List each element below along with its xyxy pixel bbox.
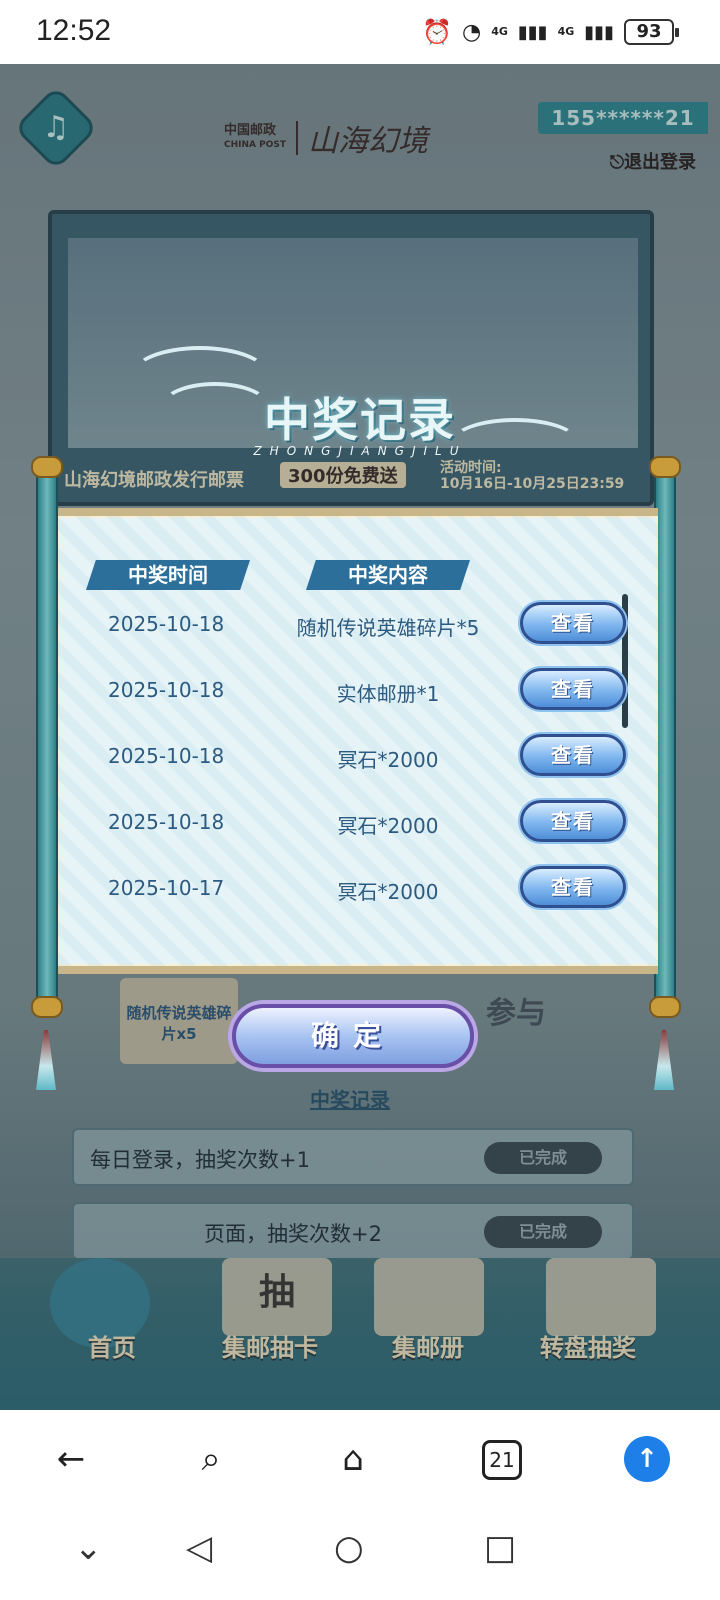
rod-cap [31, 456, 63, 478]
modal-title: 中奖记录 [264, 393, 456, 447]
view-button[interactable]: 查看 [520, 866, 626, 908]
record-content: 冥石*2000 [337, 880, 439, 904]
rod-cap [649, 456, 681, 478]
wifi-icon: ◔ [461, 19, 482, 45]
nav-home-icon[interactable]: ○ [334, 1528, 364, 1568]
view-button[interactable]: 查看 [520, 734, 626, 776]
record-content: 冥石*2000 [337, 814, 439, 838]
nav-recents-icon[interactable]: □ [484, 1528, 516, 1568]
home-icon[interactable]: ⌂ [330, 1436, 376, 1482]
signal-bars-icon: ▮▮▮ [517, 21, 548, 43]
record-date: 2025-10-18 [108, 810, 225, 834]
search-icon[interactable]: ⌕ [188, 1436, 234, 1482]
header-content: 中奖内容 [306, 560, 470, 590]
status-time: 12:52 [36, 14, 112, 47]
rod-cap [649, 996, 681, 1018]
record-content: 实体邮册*1 [336, 682, 440, 706]
record-date: 2025-10-18 [108, 612, 225, 636]
record-content: 冥石*2000 [337, 748, 439, 772]
view-button[interactable]: 查看 [520, 800, 626, 842]
system-nav-bar: ⌄ ◁ ○ □ [0, 1506, 720, 1600]
tab-count-button[interactable]: 21 [482, 1440, 522, 1480]
back-arrow-icon[interactable]: ← [48, 1436, 94, 1482]
battery-icon: 93 [624, 19, 679, 45]
alarm-icon: ⏰ [422, 18, 452, 46]
browser-toolbar: ← ⌕ ⌂ 21 ↑ [0, 1410, 720, 1506]
record-date: 2025-10-17 [108, 876, 225, 900]
records-panel: 中奖时间 中奖内容 2025-10-18 随机传说英雄碎片*5 查看 2025-… [58, 508, 658, 974]
status-icons: ⏰ ◔ 4G ▮▮▮ 4G ▮▮▮ 93 [422, 18, 679, 46]
modal-title-area: 中奖记录 ZHONGJIANGJILU [120, 326, 600, 486]
upload-arrow-icon[interactable]: ↑ [624, 1436, 670, 1482]
signal-icon-2: 4G [557, 25, 575, 38]
record-date: 2025-10-18 [108, 678, 225, 702]
signal-bars-icon-2: ▮▮▮ [584, 21, 614, 43]
modal-subtitle: ZHONGJIANGJILU [253, 444, 467, 458]
record-content: 随机传说英雄碎片*5 [296, 616, 480, 640]
signal-icon: 4G [491, 25, 508, 38]
nav-back-icon[interactable]: ◁ [186, 1528, 212, 1568]
rod-cap [31, 996, 63, 1018]
view-button[interactable]: 查看 [520, 668, 626, 710]
chevron-down-icon[interactable]: ⌄ [74, 1528, 103, 1568]
view-button[interactable]: 查看 [520, 602, 626, 644]
confirm-button[interactable]: 确定 [232, 1004, 474, 1068]
record-date: 2025-10-18 [108, 744, 225, 768]
header-time: 中奖时间 [86, 560, 250, 590]
scroll-rod-left [36, 468, 58, 1008]
status-bar: 12:52 ⏰ ◔ 4G ▮▮▮ 4G ▮▮▮ 93 [0, 0, 720, 64]
